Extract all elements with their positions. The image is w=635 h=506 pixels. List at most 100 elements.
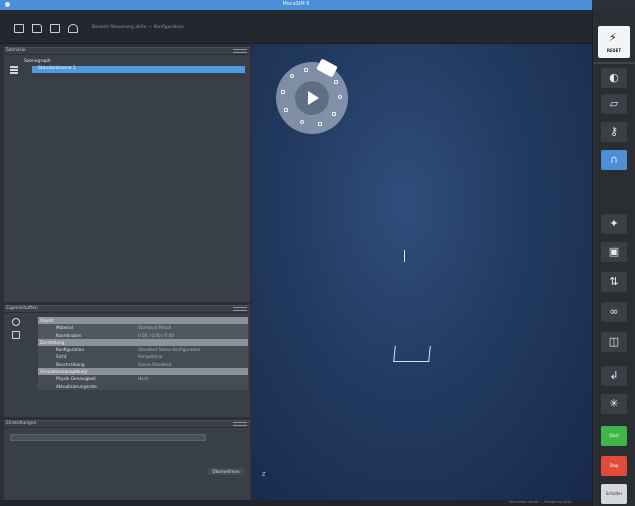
property-value: Standard Metall xyxy=(138,325,172,331)
lightning-icon: ⚡ xyxy=(609,31,617,44)
property-row[interactable]: Material Standard Metall xyxy=(38,324,248,332)
switch-label: Schalter xyxy=(605,491,623,496)
glasses-button[interactable]: ∞ xyxy=(601,302,627,322)
property-key: Aktualisierungsrate xyxy=(56,383,97,389)
stop-label: Stop xyxy=(609,463,619,468)
property-row[interactable]: Aktualisierungsrate xyxy=(38,382,248,390)
settings-panel-title: Einstellungen xyxy=(6,421,37,426)
sort-icon[interactable] xyxy=(12,318,20,326)
signal-button[interactable]: ⇅ xyxy=(601,272,627,292)
properties-panel: Objekt Material Standard Metall Koordinaten… xyxy=(4,313,250,417)
radial-tool-icon[interactable] xyxy=(334,80,338,84)
settings-input[interactable] xyxy=(10,434,206,441)
cube-icon: ◫ xyxy=(608,335,620,348)
apply-button[interactable]: Übernehmen xyxy=(208,468,244,475)
switch-button[interactable]: Schalter xyxy=(601,484,627,504)
open-folder-icon[interactable] xyxy=(32,24,42,33)
property-group-row[interactable]: Simulationsumgebung xyxy=(38,368,248,376)
status-text: Simulation bereit — Rendering aktiv xyxy=(508,500,572,504)
property-value: Perspektive xyxy=(138,354,163,360)
list-icon[interactable] xyxy=(10,66,18,74)
scene-panel: Szenegraph Standardszene 1 xyxy=(4,55,250,302)
play-button[interactable] xyxy=(295,81,329,115)
radial-menu[interactable] xyxy=(276,58,348,134)
axis-indicator: Z xyxy=(262,472,266,478)
save-icon[interactable] xyxy=(50,24,60,33)
property-key: Simulationsumgebung xyxy=(40,369,88,375)
network-icon[interactable] xyxy=(68,24,78,33)
network-button[interactable]: ✳ xyxy=(601,394,627,414)
scene-panel-title: Szenario xyxy=(6,48,26,53)
property-key: Darstellung xyxy=(40,339,65,345)
new-file-icon[interactable] xyxy=(14,24,24,33)
wireframe-object xyxy=(404,250,405,262)
window-title: MecaSIM 6 xyxy=(282,1,310,7)
key-icon: ⚷ xyxy=(609,125,619,138)
property-row[interactable]: Koordinaten 0.00 / 0.00 / 0.00 xyxy=(38,331,248,339)
robot-button[interactable]: ✦ xyxy=(601,214,627,234)
property-key: Physik Genauigkeit xyxy=(56,376,96,382)
radial-tool-icon[interactable] xyxy=(304,68,308,72)
tree-root-label[interactable]: Szenegraph xyxy=(24,59,51,64)
property-key: Beschreibung xyxy=(56,361,85,367)
status-bar: Simulation bereit — Rendering aktiv xyxy=(252,500,592,506)
reset-label: RESET xyxy=(606,48,622,53)
property-row[interactable]: Sicht Perspektive xyxy=(38,353,248,361)
edit-icon: ▱ xyxy=(609,97,619,110)
property-key: Konfiguration xyxy=(56,347,85,353)
reset-button[interactable]: ⚡ RESET xyxy=(598,26,630,58)
key-button[interactable]: ⚷ xyxy=(601,122,627,142)
stop-button[interactable]: Stop xyxy=(601,456,627,476)
robot-icon: ✦ xyxy=(609,217,619,230)
property-group-row[interactable]: Objekt xyxy=(38,317,248,325)
arrow-in-icon: ↲ xyxy=(609,369,619,382)
panel-menu-icon[interactable] xyxy=(233,307,247,311)
wireframe-object xyxy=(393,346,431,362)
property-row[interactable]: Konfiguration Standard Szene Konfiguratio… xyxy=(38,346,248,354)
radial-tool-icon[interactable] xyxy=(318,122,322,126)
property-value: Standard Szene Konfiguration xyxy=(138,347,201,353)
left-status-strip xyxy=(0,500,252,506)
tree-item-selected[interactable]: Standardszene 1 xyxy=(32,66,245,73)
radial-tool-icon[interactable] xyxy=(332,112,336,116)
radial-tool-icon[interactable] xyxy=(338,95,342,99)
camera-icon: ◐ xyxy=(609,71,619,84)
scene-panel-header: Szenario xyxy=(4,47,250,54)
3d-viewport[interactable]: Z xyxy=(252,44,592,500)
property-row[interactable]: Physik Genauigkeit Hoch xyxy=(38,375,248,383)
toolbar-path-text: Bereich Steuerung aktiv — Konfiguration xyxy=(92,25,184,30)
property-value: 0.00 / 0.00 / 0.00 xyxy=(138,332,175,338)
radial-tool-icon[interactable] xyxy=(284,108,288,112)
radial-tool-icon[interactable] xyxy=(281,90,285,94)
property-key: Koordinaten xyxy=(56,332,82,338)
property-value: Szene Standard xyxy=(138,361,172,367)
glasses-icon: ∞ xyxy=(609,305,619,318)
title-bar: MecaSIM 6 xyxy=(0,0,592,10)
start-button[interactable]: Start xyxy=(601,426,627,446)
camera-button[interactable]: ◐ xyxy=(601,68,627,88)
edit-button[interactable]: ▱ xyxy=(601,94,627,114)
property-group-row[interactable]: Darstellung xyxy=(38,338,248,347)
toolbar-divider xyxy=(593,62,635,64)
right-toolbar: ⚡ RESET ◐ ▱ ⚷ ∩ ✦ ▣ ⇅ ∞ ◫ ↲ ✳ Start Stop Schalter xyxy=(592,10,635,506)
settings-panel: Übernehmen xyxy=(4,428,250,500)
monitor-icon: ▣ xyxy=(608,245,620,258)
tree-item-label: Standardszene 1 xyxy=(38,66,76,71)
radial-tool-icon[interactable] xyxy=(300,120,304,124)
radial-tool-icon[interactable] xyxy=(290,74,294,78)
filter-icon[interactable] xyxy=(12,331,20,339)
cube-button[interactable]: ◫ xyxy=(601,332,627,352)
radial-menu-selected-item[interactable] xyxy=(316,58,338,78)
property-value: Hoch xyxy=(138,376,149,382)
arrow-in-button[interactable]: ↲ xyxy=(601,366,627,386)
panel-menu-icon[interactable] xyxy=(233,49,247,53)
start-label: Start xyxy=(609,433,619,438)
network-icon: ✳ xyxy=(609,397,619,410)
property-row[interactable]: Beschreibung Szene Standard xyxy=(38,360,248,369)
play-icon xyxy=(308,91,319,105)
panel-menu-icon[interactable] xyxy=(233,422,247,426)
monitor-button[interactable]: ▣ xyxy=(601,242,627,262)
settings-panel-header: Einstellungen xyxy=(4,420,250,427)
magnet-icon: ∩ xyxy=(609,153,619,166)
magnet-button[interactable]: ∩ xyxy=(601,150,627,170)
